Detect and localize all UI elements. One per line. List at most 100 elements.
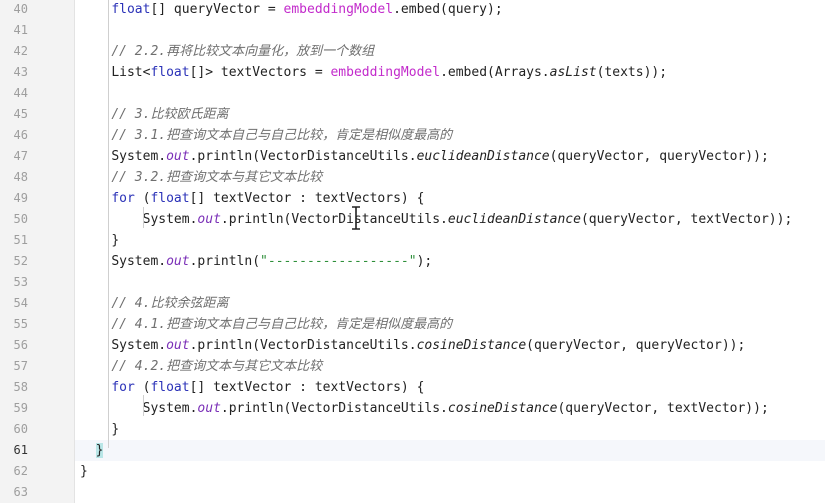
code-token: float (150, 65, 190, 80)
code-line[interactable]: 45 // 3.比较欧氏距离 (0, 104, 825, 125)
code-line[interactable]: 53 (0, 272, 825, 293)
code-text[interactable]: for (float[] textVector : textVectors) { (80, 188, 424, 209)
code-line[interactable]: 57 // 4.2.把查询文本与其它文本比较 (0, 356, 825, 377)
code-token: for (111, 380, 135, 395)
code-line[interactable]: 51 } (0, 230, 825, 251)
code-token: out (197, 401, 221, 416)
text-cursor-icon (352, 206, 360, 230)
code-token: System. (111, 338, 167, 353)
code-token: // 4.2.把查询文本与其它文本比较 (111, 359, 323, 374)
line-number: 62 (13, 464, 28, 478)
code-token: .println(VectorDistanceUtils. (220, 401, 448, 416)
code-line[interactable]: 50 System.out.println(VectorDistanceUtil… (0, 209, 825, 230)
code-text[interactable]: } (80, 230, 119, 251)
code-token: cosineDistance (416, 338, 527, 353)
code-line[interactable]: 59 System.out.println(VectorDistanceUtil… (0, 398, 825, 419)
code-text[interactable]: // 3.比较欧氏距离 (80, 104, 228, 125)
code-line[interactable]: 48 // 3.2.把查询文本与其它文本比较 (0, 167, 825, 188)
code-token: // 2.2.再将比较文本向量化，放到一个数组 (111, 44, 375, 59)
code-text[interactable]: } (80, 440, 104, 461)
line-number: 60 (13, 422, 28, 436)
code-text[interactable]: // 3.1.把查询文本自己与自己比较，肯定是相似度最高的 (80, 125, 452, 146)
code-line[interactable]: 46 // 3.1.把查询文本自己与自己比较，肯定是相似度最高的 (0, 125, 825, 146)
code-token: float (150, 380, 190, 395)
code-token: .println(VectorDistanceUtils. (189, 149, 417, 164)
line-number: 50 (13, 212, 28, 226)
code-token: (queryVector, textVector)); (557, 401, 769, 416)
line-number: 55 (13, 317, 28, 331)
line-number: 59 (13, 401, 28, 415)
code-token: [] textVector : textVectors) { (189, 380, 425, 395)
line-number: 40 (13, 2, 28, 16)
code-token: .embed(Arrays. (440, 65, 550, 80)
code-token: float (111, 2, 151, 17)
code-text[interactable]: for (float[] textVector : textVectors) { (80, 377, 424, 398)
code-line[interactable]: 42 // 2.2.再将比较文本向量化，放到一个数组 (0, 41, 825, 62)
code-line[interactable]: 58 for (float[] textVector : textVectors… (0, 377, 825, 398)
code-line[interactable]: 41 (0, 20, 825, 41)
code-text[interactable]: } (80, 419, 119, 440)
code-text[interactable]: System.out.println(VectorDistanceUtils.c… (80, 398, 769, 419)
code-text[interactable]: // 4.1.把查询文本自己与自己比较，肯定是相似度最高的 (80, 314, 452, 335)
line-number: 43 (13, 65, 28, 79)
indent-guide-for-2 (143, 395, 144, 416)
code-editor[interactable]: 40 float[] queryVector = embeddingModel.… (0, 0, 825, 503)
code-token: [] textVector : textVectors) { (189, 191, 425, 206)
line-number: 53 (13, 275, 28, 289)
code-text[interactable]: System.out.println(VectorDistanceUtils.e… (80, 146, 769, 167)
code-token: [] queryVector = (150, 2, 284, 17)
code-line[interactable]: 49 for (float[] textVector : textVectors… (0, 188, 825, 209)
code-text[interactable]: // 4.比较余弦距离 (80, 293, 228, 314)
code-line[interactable]: 55 // 4.1.把查询文本自己与自己比较，肯定是相似度最高的 (0, 314, 825, 335)
vertical-scrollbar[interactable] (817, 0, 825, 503)
code-token: out (197, 212, 221, 227)
code-line[interactable]: 56 System.out.println(VectorDistanceUtil… (0, 335, 825, 356)
code-line[interactable]: 43 List<float[]> textVectors = embedding… (0, 62, 825, 83)
code-line[interactable]: 62} (0, 461, 825, 482)
code-text[interactable]: List<float[]> textVectors = embeddingMod… (80, 62, 667, 83)
code-text[interactable]: float[] queryVector = embeddingModel.emb… (80, 0, 502, 20)
code-line[interactable]: 40 float[] queryVector = embeddingModel.… (0, 0, 825, 20)
code-token: System. (111, 149, 167, 164)
code-text[interactable]: System.out.println("------------------")… (80, 251, 432, 272)
code-text[interactable]: // 2.2.再将比较文本向量化，放到一个数组 (80, 41, 374, 62)
line-number: 58 (13, 380, 28, 394)
code-token: } (80, 464, 88, 479)
code-line[interactable]: 61 } (0, 440, 825, 461)
code-line[interactable]: 54 // 4.比较余弦距离 (0, 293, 825, 314)
code-text[interactable]: System.out.println(VectorDistanceUtils.e… (80, 209, 793, 230)
code-token: asList (549, 65, 597, 80)
code-text[interactable]: System.out.println(VectorDistanceUtils.c… (80, 335, 745, 356)
code-line[interactable]: 52 System.out.println("-----------------… (0, 251, 825, 272)
code-line[interactable]: 60 } (0, 419, 825, 440)
code-line[interactable]: 63 (0, 482, 825, 503)
code-text[interactable]: } (80, 461, 88, 482)
line-number: 44 (13, 86, 28, 100)
code-token: System. (142, 401, 198, 416)
code-token: System. (111, 254, 167, 269)
code-text[interactable]: // 3.2.把查询文本与其它文本比较 (80, 167, 322, 188)
code-token: embeddingModel (283, 2, 394, 17)
code-line[interactable]: 44 (0, 83, 825, 104)
code-token: cosineDistance (447, 401, 558, 416)
code-text[interactable]: // 4.2.把查询文本与其它文本比较 (80, 356, 322, 377)
code-token: embeddingModel (330, 65, 441, 80)
code-line[interactable]: 47 System.out.println(VectorDistanceUtil… (0, 146, 825, 167)
code-token: float (150, 191, 190, 206)
code-token: (queryVector, queryVector)); (549, 149, 769, 164)
code-token: for (111, 191, 135, 206)
indent-guide-method (108, 0, 109, 448)
line-number: 41 (13, 23, 28, 37)
code-token: "------------------" (260, 254, 417, 269)
